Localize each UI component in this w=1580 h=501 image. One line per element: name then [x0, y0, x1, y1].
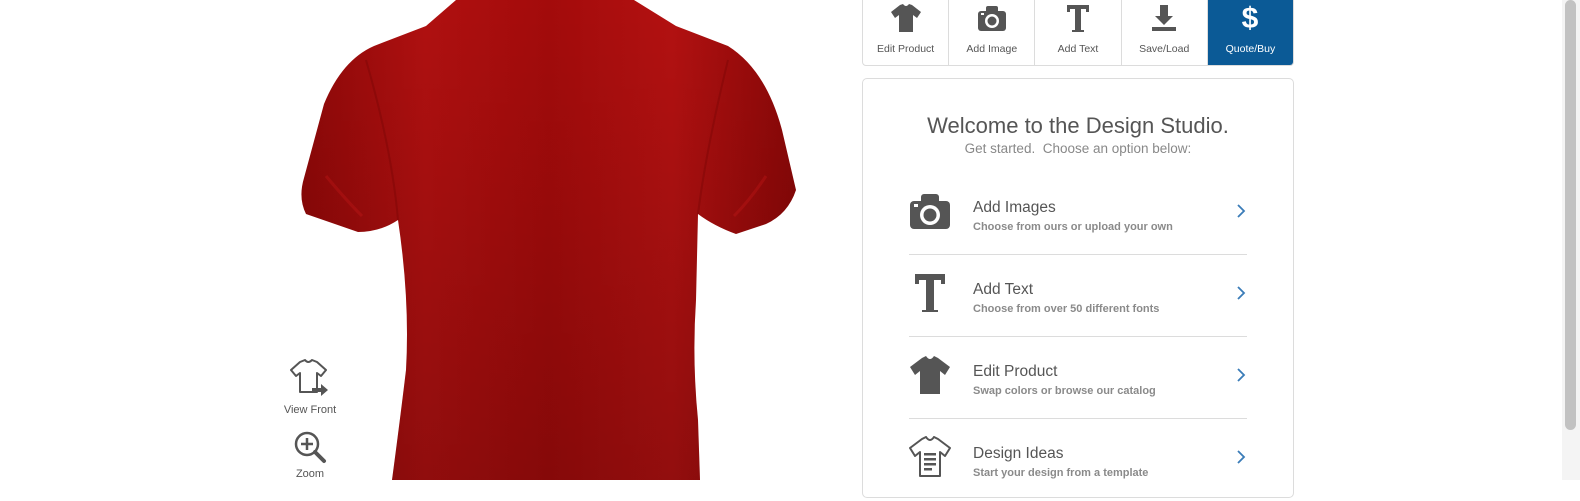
zoom-label: Zoom	[295, 468, 325, 480]
tshirt-icon	[910, 356, 950, 394]
add-text-label: Add Text	[1057, 43, 1099, 55]
dollar-icon: $	[1242, 2, 1259, 34]
edit-product-button[interactable]: Edit Product	[863, 0, 950, 65]
quote-buy-button[interactable]: $ Quote/Buy	[1207, 0, 1293, 65]
text-icon	[915, 274, 945, 312]
save-load-label: Save/Load	[1139, 43, 1190, 55]
save-load-button[interactable]: Save/Load	[1122, 0, 1208, 65]
chevron-right-icon	[1237, 450, 1246, 464]
chevron-right-icon	[1237, 286, 1246, 300]
option-description: Swap colors or browse our catalog	[973, 385, 1156, 397]
template-shirt-icon	[909, 436, 951, 477]
view-front-label: View Front	[283, 404, 337, 416]
option-description: Start your design from a template	[973, 467, 1149, 479]
zoom-button[interactable]: Zoom	[270, 430, 350, 480]
download-icon	[1152, 5, 1177, 31]
welcome-panel: Welcome to the Design Studio. Get starte…	[862, 78, 1294, 498]
view-front-icon	[290, 359, 328, 396]
zoom-in-icon	[294, 431, 326, 463]
chevron-right-icon	[1237, 204, 1246, 218]
camera-icon	[977, 6, 1006, 31]
welcome-subtitle: Get started. Choose an option below:	[964, 141, 1192, 156]
option-title: Edit Product	[973, 363, 1058, 380]
option-add-text[interactable]: Add Text Choose from over 50 different f…	[909, 255, 1247, 337]
edit-product-label: Edit Product	[877, 43, 935, 55]
option-description: Choose from over 50 different fonts	[973, 303, 1160, 315]
welcome-title: Welcome to the Design Studio.	[927, 113, 1229, 138]
svg-text:$: $	[1242, 2, 1259, 34]
chevron-right-icon	[1237, 368, 1246, 382]
text-icon	[1067, 5, 1089, 32]
add-image-label: Add Image	[966, 43, 1018, 55]
camera-icon	[910, 194, 950, 229]
option-title: Add Images	[973, 199, 1056, 216]
view-front-button[interactable]: View Front	[270, 358, 350, 416]
tshirt-back-image	[301, 0, 796, 480]
main-toolbar: Edit Product Add Image Add Text Save/Loa…	[862, 0, 1294, 66]
option-edit-product[interactable]: Edit Product Swap colors or browse our c…	[909, 337, 1247, 419]
add-text-button[interactable]: Add Text	[1035, 0, 1122, 65]
option-description: Choose from ours or upload your own	[973, 221, 1173, 233]
tshirt-icon	[890, 4, 921, 32]
option-design-ideas[interactable]: Design Ideas Start your design from a te…	[909, 419, 1247, 501]
scrollbar-thumb[interactable]	[1565, 0, 1576, 430]
option-add-images[interactable]: Add Images Choose from ours or upload yo…	[909, 173, 1247, 255]
add-image-button[interactable]: Add Image	[949, 0, 1036, 65]
option-title: Add Text	[973, 281, 1034, 298]
page-scrollbar[interactable]	[1562, 0, 1580, 480]
product-preview	[296, 0, 806, 480]
quote-buy-label: Quote/Buy	[1225, 43, 1276, 55]
option-title: Design Ideas	[973, 445, 1064, 462]
